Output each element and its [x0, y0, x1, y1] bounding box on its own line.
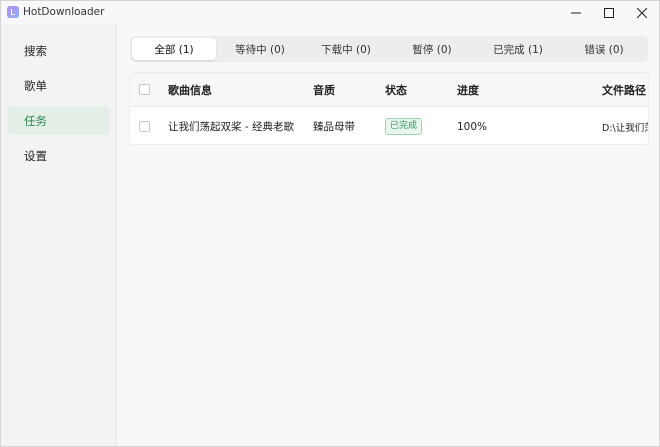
progress-value: 100%: [457, 120, 488, 133]
sidebar-item-search[interactable]: 搜索: [8, 36, 110, 65]
tab-label: 已完成 (1): [493, 43, 543, 56]
sidebar: 搜索 歌单 任务 设置: [1, 24, 117, 446]
row-select-cell: [139, 108, 150, 144]
app-window: HotDownloader 搜索 歌单 任务 设置 全部 (1) 等待中 (0)…: [0, 0, 660, 447]
minimize-button[interactable]: [559, 1, 593, 24]
status-badge: 已完成: [385, 118, 423, 135]
select-all-checkbox[interactable]: [139, 84, 150, 95]
tab-paused[interactable]: 暂停 (0): [390, 38, 474, 60]
music-note-icon: [7, 6, 19, 18]
sidebar-item-playlist[interactable]: 歌单: [8, 71, 110, 100]
select-all-cell: [139, 73, 150, 106]
column-header-progress[interactable]: 进度: [457, 73, 479, 106]
tab-completed[interactable]: 已完成 (1): [476, 38, 560, 60]
sidebar-item-settings[interactable]: 设置: [8, 141, 110, 170]
tab-label: 全部 (1): [154, 43, 194, 56]
tab-label: 下载中 (0): [321, 43, 371, 56]
sidebar-item-label: 搜索: [24, 43, 47, 58]
table-header: 歌曲信息 音质 状态 进度 文件路径: [130, 73, 648, 107]
title-bar: HotDownloader: [1, 1, 659, 24]
tab-label: 暂停 (0): [412, 43, 452, 56]
task-filter-tabs: 全部 (1) 等待中 (0) 下载中 (0) 暂停 (0) 已完成 (1) 错误…: [130, 36, 648, 62]
tab-error[interactable]: 错误 (0): [562, 38, 646, 60]
tab-label: 错误 (0): [584, 43, 624, 56]
maximize-button[interactable]: [592, 1, 626, 24]
song-quality: 臻品母带: [313, 121, 355, 133]
tab-all[interactable]: 全部 (1): [132, 38, 216, 60]
close-icon: [637, 7, 647, 18]
song-title: 让我们荡起双桨 - 经典老歌: [168, 121, 294, 133]
file-path: D:\让我们荡: [602, 122, 649, 134]
window-title: HotDownloader: [23, 6, 105, 18]
task-table: 歌曲信息 音质 状态 进度 文件路径 让我们荡起双桨 - 经典老歌 臻品母带 已…: [129, 72, 649, 145]
sidebar-item-tasks[interactable]: 任务: [8, 106, 110, 135]
close-button[interactable]: [625, 1, 659, 24]
sidebar-item-label: 任务: [24, 113, 47, 128]
row-checkbox[interactable]: [139, 121, 150, 132]
column-header-status[interactable]: 状态: [385, 73, 407, 106]
column-header-song[interactable]: 歌曲信息: [168, 73, 212, 106]
tab-label: 等待中 (0): [235, 43, 285, 56]
status-cell: 已完成: [385, 108, 423, 144]
tab-downloading[interactable]: 下载中 (0): [304, 38, 388, 60]
sidebar-item-label: 设置: [24, 148, 47, 163]
column-header-quality[interactable]: 音质: [313, 73, 335, 106]
maximize-icon: [604, 7, 614, 18]
tab-waiting[interactable]: 等待中 (0): [218, 38, 302, 60]
column-header-path[interactable]: 文件路径: [602, 73, 648, 106]
main-content: 全部 (1) 等待中 (0) 下载中 (0) 暂停 (0) 已完成 (1) 错误…: [118, 24, 659, 446]
table-row[interactable]: 让我们荡起双桨 - 经典老歌 臻品母带 已完成 100% D:\让我们荡: [130, 108, 649, 144]
sidebar-item-label: 歌单: [24, 78, 47, 93]
minimize-icon: [571, 12, 581, 13]
